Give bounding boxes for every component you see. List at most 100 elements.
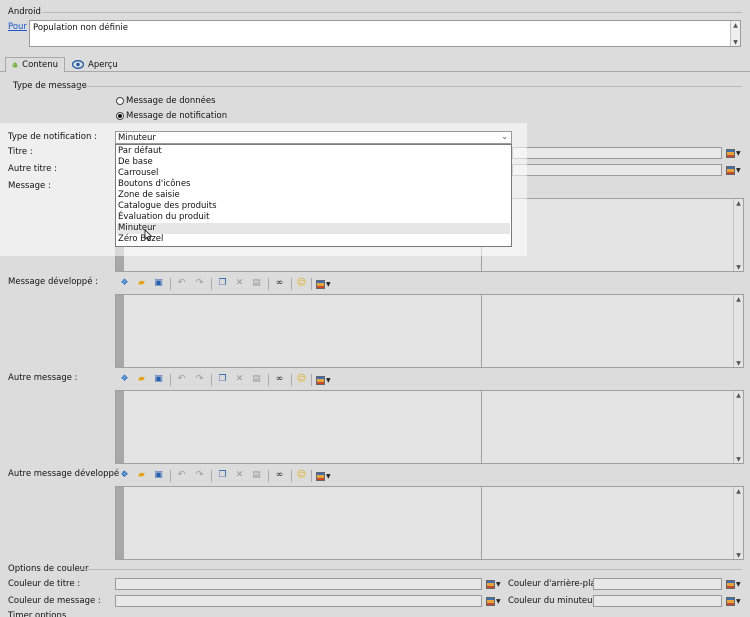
chevron-down-icon: ▼ — [736, 149, 741, 157]
message-color-field[interactable] — [115, 595, 482, 607]
notification-type-label: Type de notification : — [8, 132, 97, 142]
personalize-dropdown-button[interactable]: ▼ — [316, 470, 334, 482]
radio-notification-message[interactable] — [116, 112, 124, 120]
chevron-down-icon: ▼ — [736, 597, 741, 605]
open-folder-icon[interactable]: ▰ — [136, 278, 147, 289]
dropdown-option-highlighted[interactable]: Minuteur — [117, 223, 510, 234]
chevron-down-icon: ▼ — [496, 580, 501, 588]
title-color-picker[interactable]: ▼ — [486, 578, 504, 590]
dropdown-option[interactable]: Évaluation du produit — [117, 212, 510, 223]
expanded-message-scrollbar[interactable]: ▲ ▼ — [733, 295, 743, 367]
color-picker-icon — [486, 596, 495, 606]
expanded-message-label: Message développé : — [8, 277, 98, 287]
timer-options-title-partial: Timer options — [8, 611, 67, 617]
bg-color-field[interactable] — [593, 578, 722, 590]
new-doc-icon[interactable]: ❖ — [119, 470, 130, 481]
message-color-picker[interactable]: ▼ — [486, 595, 504, 607]
color-picker-icon — [726, 596, 735, 606]
population-field[interactable]: Population non définie ▲ ▼ — [29, 20, 741, 47]
mouse-cursor-icon — [144, 229, 153, 241]
personalize-icon — [316, 375, 325, 385]
personalize-dropdown-button[interactable]: ▼ — [316, 278, 334, 290]
title-color-field[interactable] — [115, 578, 482, 590]
radio-data-message[interactable] — [116, 97, 124, 105]
notification-type-dropdown[interactable]: Par défaut De base Carrousel Boutons d'i… — [115, 144, 512, 247]
scroll-up-icon[interactable]: ▲ — [731, 21, 740, 29]
dropdown-option[interactable]: Carrousel — [117, 168, 510, 179]
bg-color-label: Couleur d'arrière-plan : — [508, 579, 607, 589]
alt-message-label: Autre message : — [8, 373, 78, 383]
tab-contenu[interactable]: Contenu — [5, 57, 65, 72]
timer-color-label: Couleur du minuteur : — [508, 596, 602, 606]
paste-icon[interactable]: ▤ — [251, 374, 262, 385]
dropdown-option[interactable]: Boutons d'icônes — [117, 179, 510, 190]
personalize-dropdown-button[interactable]: ▼ — [316, 374, 334, 386]
dropdown-option[interactable]: Zéro Bezel — [117, 234, 510, 245]
expanded-message-toolbar: ❖ ▰ ▣ ↶ ↷ ❐ ✕ ▤ ∞ ☺ ▼ — [115, 277, 355, 291]
emoji-icon[interactable]: ☺ — [296, 470, 307, 481]
alt-title-field[interactable] — [512, 164, 722, 176]
paste-icon[interactable]: ▤ — [251, 278, 262, 289]
copy-icon[interactable]: ❐ — [217, 374, 228, 385]
eye-icon — [72, 60, 84, 69]
dropdown-option[interactable]: Par défaut — [117, 146, 510, 157]
save-icon[interactable]: ▣ — [153, 470, 164, 481]
chevron-down-icon: ▼ — [326, 280, 331, 288]
emoji-icon[interactable]: ☺ — [296, 374, 307, 385]
cut-icon[interactable]: ✕ — [234, 374, 245, 385]
redo-icon[interactable]: ↷ — [194, 278, 205, 289]
new-doc-icon[interactable]: ❖ — [119, 374, 130, 385]
alt-title-personalize-button[interactable]: ▼ — [726, 164, 744, 176]
open-folder-icon[interactable]: ▰ — [136, 374, 147, 385]
binoculars-icon[interactable]: ∞ — [274, 278, 285, 289]
save-icon[interactable]: ▣ — [153, 278, 164, 289]
color-picker-icon — [726, 579, 735, 589]
emoji-icon[interactable]: ☺ — [296, 278, 307, 289]
title-personalize-button[interactable]: ▼ — [726, 147, 744, 159]
chevron-down-icon[interactable]: ⌄ — [501, 132, 508, 141]
binoculars-icon[interactable]: ∞ — [274, 374, 285, 385]
personalize-icon — [316, 471, 325, 481]
population-scrollbar[interactable]: ▲ ▼ — [730, 21, 740, 46]
expanded-message-editor[interactable]: ▲ ▼ — [115, 294, 744, 368]
dropdown-option[interactable]: De base — [117, 157, 510, 168]
copy-icon[interactable]: ❐ — [217, 278, 228, 289]
android-section-title: Android — [8, 7, 41, 17]
personalize-icon — [726, 148, 735, 158]
open-folder-icon[interactable]: ▰ — [136, 470, 147, 481]
alt-title-label: Autre titre : — [8, 164, 57, 174]
color-options-title: Options de couleur — [8, 564, 89, 574]
binoculars-icon[interactable]: ∞ — [274, 470, 285, 481]
pour-link[interactable]: Pour — [8, 22, 27, 32]
timer-color-field[interactable] — [593, 595, 722, 607]
redo-icon[interactable]: ↷ — [194, 374, 205, 385]
bg-color-picker[interactable]: ▼ — [726, 578, 744, 590]
paste-icon[interactable]: ▤ — [251, 470, 262, 481]
timer-color-picker[interactable]: ▼ — [726, 595, 744, 607]
undo-icon[interactable]: ↶ — [176, 278, 187, 289]
copy-icon[interactable]: ❐ — [217, 470, 228, 481]
new-doc-icon[interactable]: ❖ — [119, 278, 130, 289]
dropdown-option[interactable]: Catalogue des produits — [117, 201, 510, 212]
alt-expanded-message-editor[interactable]: ▲ ▼ — [115, 486, 744, 560]
chevron-down-icon: ▼ — [736, 580, 741, 588]
message-label: Message : — [8, 181, 51, 191]
title-field[interactable] — [512, 147, 722, 159]
alt-expanded-message-scrollbar[interactable]: ▲ ▼ — [733, 487, 743, 559]
save-icon[interactable]: ▣ — [153, 374, 164, 385]
color-picker-icon — [486, 579, 495, 589]
undo-icon[interactable]: ↶ — [176, 374, 187, 385]
alt-expanded-message-label: Autre message développé : — [8, 469, 125, 479]
tab-apercu[interactable]: Aperçu — [66, 57, 128, 72]
notification-type-select[interactable]: Minuteur ⌄ — [115, 131, 512, 144]
alt-expanded-message-toolbar: ❖ ▰ ▣ ↶ ↷ ❐ ✕ ▤ ∞ ☺ ▼ — [115, 469, 355, 483]
scroll-down-icon[interactable]: ▼ — [731, 38, 740, 46]
redo-icon[interactable]: ↷ — [194, 470, 205, 481]
alt-message-scrollbar[interactable]: ▲ ▼ — [733, 391, 743, 463]
cut-icon[interactable]: ✕ — [234, 278, 245, 289]
message-scrollbar[interactable]: ▲ ▼ — [733, 199, 743, 271]
undo-icon[interactable]: ↶ — [176, 470, 187, 481]
alt-message-editor[interactable]: ▲ ▼ — [115, 390, 744, 464]
dropdown-option[interactable]: Zone de saisie — [117, 190, 510, 201]
cut-icon[interactable]: ✕ — [234, 470, 245, 481]
